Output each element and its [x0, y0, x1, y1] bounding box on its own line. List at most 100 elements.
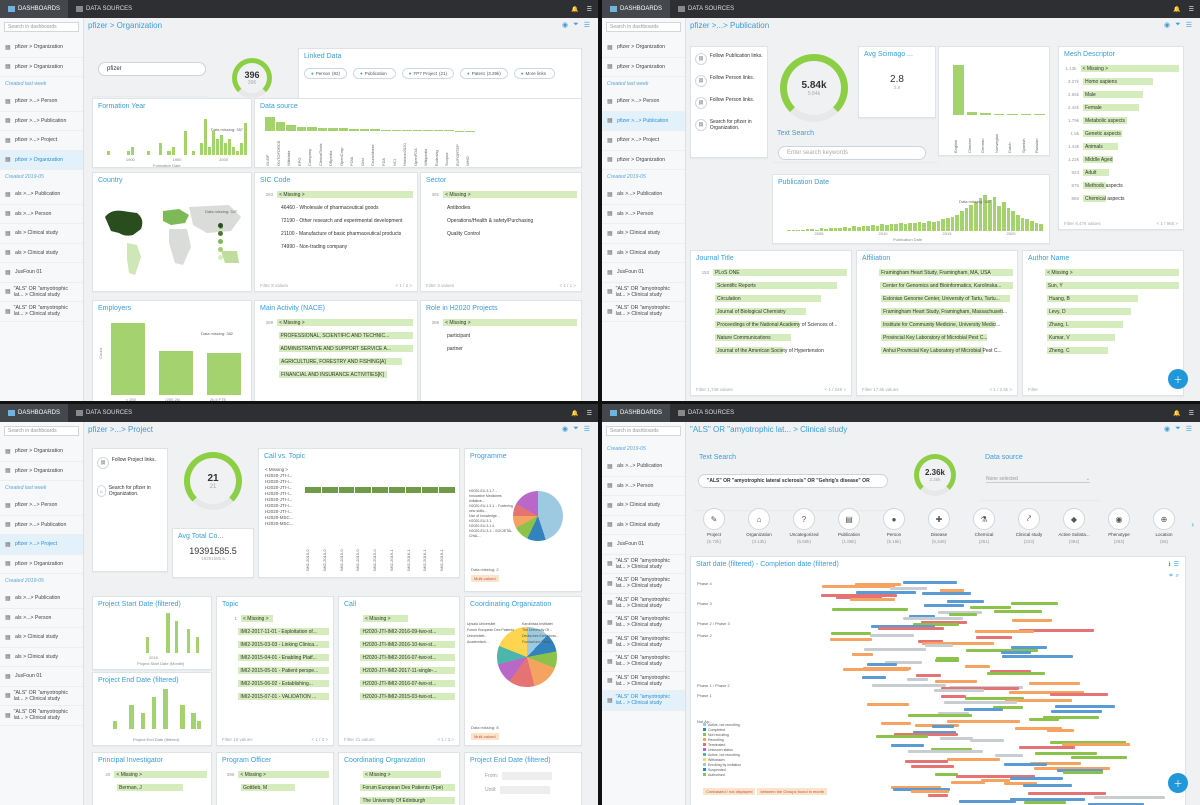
bar[interactable] — [941, 219, 945, 231]
sidebar-item[interactable]: ▦ als > Clinical study — [602, 224, 685, 244]
gantt-bar[interactable] — [980, 778, 1011, 782]
bar[interactable] — [1029, 221, 1034, 231]
gantt-bar[interactable] — [906, 677, 929, 681]
list-item[interactable]: Sun, Y — [1023, 279, 1183, 292]
sidebar-item[interactable]: ▦ pfizer >...> Person — [602, 92, 685, 112]
menu-icon[interactable]: ☰ — [587, 410, 592, 417]
until-input[interactable] — [500, 786, 551, 794]
bar[interactable] — [338, 128, 349, 131]
list-item[interactable]: 1.43k Animals — [1059, 140, 1183, 153]
bar[interactable] — [131, 147, 135, 155]
bar[interactable] — [174, 621, 178, 653]
bar[interactable] — [1025, 219, 1029, 231]
sidebar-item[interactable]: ▦ als > Clinical study — [0, 224, 83, 244]
sidebar-item[interactable]: ▦ "ALS" OR "amyotrophic lat... > Clinical… — [602, 691, 685, 711]
gantt-bar[interactable] — [908, 750, 984, 754]
gantt-bar[interactable] — [1003, 763, 1047, 767]
sidebar-item[interactable]: ▦ "ALS" OR "amyotrophic lat... > Clinical… — [602, 555, 685, 574]
list-item[interactable]: Berman, J — [93, 781, 211, 794]
bar[interactable] — [1034, 223, 1039, 231]
sidebar-item[interactable]: ▦ JusFoun 01 — [602, 535, 685, 555]
list-item[interactable]: Estonian Genome Center, University of Ta… — [857, 292, 1017, 305]
bar[interactable] — [980, 113, 991, 115]
gantt-bar[interactable] — [947, 600, 985, 603]
gantt-bar[interactable] — [969, 738, 1004, 742]
organization-search-input[interactable]: pfizer — [98, 62, 206, 76]
dashboard-search-input[interactable]: Search in dashboards — [4, 426, 79, 436]
bar[interactable] — [203, 119, 207, 155]
from-field[interactable]: From: — [465, 764, 581, 782]
gantt-bar[interactable] — [875, 734, 928, 738]
eye-icon[interactable]: ◉ — [1164, 425, 1170, 433]
chevron-right-icon[interactable]: › — [1191, 520, 1194, 529]
bar[interactable] — [955, 214, 959, 231]
sidebar-item[interactable]: ▦ als > Clinical study — [602, 244, 685, 263]
gantt-bar[interactable] — [1002, 655, 1073, 659]
eye-icon[interactable]: ◉ — [1164, 21, 1170, 29]
tab-dashboards[interactable]: DASHBOARDS — [602, 404, 671, 422]
gantt-bar[interactable] — [866, 702, 909, 706]
dashboard-search-input[interactable]: Search in dashboards — [606, 426, 681, 436]
bar[interactable] — [223, 143, 227, 155]
gantt-bar[interactable] — [975, 630, 1034, 634]
tab-data-sources[interactable]: DATA SOURCES — [68, 404, 140, 422]
list-item[interactable]: Provincial Key Laboratory of Microbial P… — [857, 331, 1017, 344]
list-item[interactable]: IMI2-2015-06-02 - Establishing... — [217, 677, 333, 690]
menu-icon[interactable]: ☰ — [1186, 21, 1192, 29]
bar[interactable] — [111, 323, 145, 395]
relation-link[interactable]: ● Person (5.15k) — [874, 508, 914, 544]
bar[interactable] — [296, 126, 307, 131]
sidebar-item[interactable]: ▦ JusFoun 01 — [602, 263, 685, 283]
bar[interactable] — [931, 221, 936, 231]
bar[interactable] — [966, 112, 978, 115]
linked-data-pill[interactable]: ● Person (82) — [304, 68, 347, 79]
gantt-bar[interactable] — [946, 719, 1021, 723]
sidebar-item[interactable]: ▦ pfizer >...> Person — [0, 92, 83, 112]
sidebar-item[interactable]: ▦ als >...> Publication — [0, 589, 83, 609]
bar[interactable] — [107, 151, 111, 155]
list-item[interactable]: Levy, D — [1023, 305, 1183, 318]
menu-icon[interactable]: ☰ — [1174, 561, 1179, 568]
bar[interactable] — [391, 129, 402, 131]
list-item[interactable]: ADMINISTRATIVE AND SUPPORT SERVICE A... — [255, 342, 417, 355]
filter-icon[interactable]: ⏷ — [573, 21, 579, 29]
heatmap-cell[interactable] — [439, 487, 456, 493]
bar[interactable] — [927, 221, 931, 231]
tab-data-sources[interactable]: DATA SOURCES — [670, 0, 742, 18]
sidebar-item[interactable]: ▦ als >...> Person — [602, 205, 685, 224]
list-item[interactable]: 1 < Missing > — [217, 612, 333, 625]
sidebar-item[interactable]: ▦ pfizer >...> Publication — [602, 111, 685, 131]
list-item[interactable]: The University Of Edinburgh — [339, 794, 459, 805]
gantt-bar[interactable] — [939, 588, 965, 592]
bar[interactable] — [112, 721, 118, 729]
gantt-bar[interactable] — [1028, 681, 1081, 685]
bar[interactable] — [1020, 217, 1025, 231]
relation-link[interactable]: ✎ Project (5.72k) — [694, 508, 734, 544]
gantt-bar[interactable] — [950, 780, 986, 784]
breadcrumb[interactable]: pfizer > Organization — [88, 21, 162, 30]
bar[interactable] — [187, 629, 191, 653]
relation-link[interactable]: ⤤ Clinical study (223) — [1009, 508, 1049, 544]
list-item[interactable]: PROFESSIONAL, SCIENTIFIC AND TECHNIC... — [255, 329, 417, 342]
bar[interactable] — [444, 130, 454, 131]
sidebar-item[interactable]: ▦ als > Clinical study — [602, 496, 685, 516]
bar[interactable] — [959, 211, 964, 231]
list-item[interactable]: H2020-JTI-IMI2-2016-07-two-st... — [339, 677, 459, 690]
query-input[interactable]: "ALS" OR "amyotrophic lateral sclerosis"… — [698, 474, 888, 488]
list-item[interactable]: 1.6k Genetic aspects — [1059, 127, 1183, 140]
list-item[interactable]: H2020-JTI-IMI2-2015-03-two-st... — [339, 690, 459, 703]
gantt-bar[interactable] — [1022, 784, 1073, 788]
bar[interactable] — [402, 129, 412, 131]
bar[interactable] — [317, 127, 328, 131]
bar[interactable] — [244, 123, 248, 155]
list-item[interactable]: IMI2-2017-11-01 - Exploitation of... — [217, 625, 333, 638]
gantt-bar[interactable] — [863, 647, 927, 651]
breadcrumb[interactable]: pfizer >...> Project — [88, 425, 153, 434]
bar[interactable] — [908, 222, 913, 231]
bar[interactable] — [171, 147, 175, 155]
bar[interactable] — [1006, 208, 1011, 231]
bell-icon[interactable]: 🔔 — [1173, 6, 1180, 13]
bar[interactable] — [992, 196, 997, 231]
list-item[interactable]: IMI2-2015-03-03 - Linking Clinica... — [217, 638, 333, 651]
gantt-bar[interactable] — [1094, 795, 1166, 799]
